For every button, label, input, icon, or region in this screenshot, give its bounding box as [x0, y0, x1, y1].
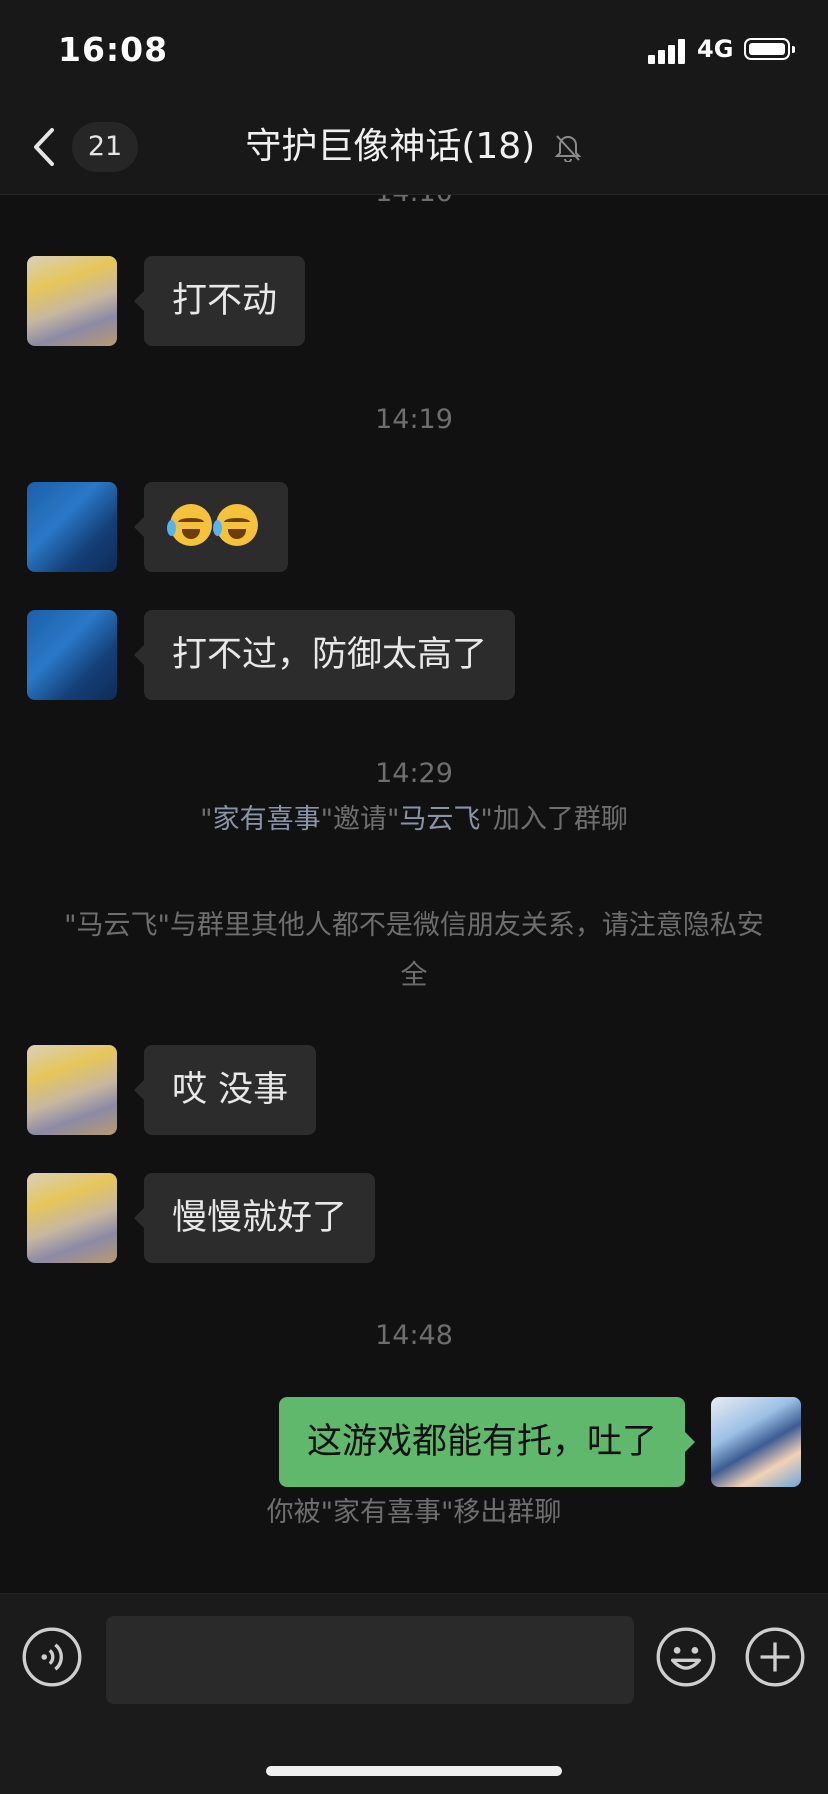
chat-title-text: 守护巨像神话(18): [245, 126, 536, 167]
laugh-cry-emoji-icon: [213, 504, 258, 546]
timestamp: 14:29: [375, 758, 453, 789]
avatar-self[interactable]: [711, 1397, 801, 1487]
timestamp: 14:19: [375, 404, 453, 435]
message-input[interactable]: [106, 1616, 634, 1704]
message-bubble[interactable]: 打不过，防御太高了: [133, 610, 516, 700]
status-time: 16:08: [58, 30, 169, 69]
plus-icon[interactable]: [745, 1627, 805, 1687]
system-invite-notice: "家有喜事"邀请"马云飞"加入了群聊: [200, 804, 628, 835]
message-bubble-emoji[interactable]: [134, 482, 288, 572]
home-indicator[interactable]: [266, 1766, 562, 1776]
avatar-cat[interactable]: [27, 256, 117, 346]
message-bubble[interactable]: 慢慢就好了: [133, 1173, 376, 1263]
message-bubble[interactable]: 哎 没事: [133, 1045, 317, 1135]
avatar-person[interactable]: [27, 610, 117, 700]
timestamp: 14:10: [0, 195, 828, 208]
mute-bell-icon: [554, 135, 582, 162]
message-bubble-outgoing[interactable]: 这游戏都能有托，吐了: [278, 1397, 696, 1487]
invitee-name[interactable]: 马云飞: [399, 804, 480, 835]
voice-icon[interactable]: [22, 1627, 82, 1687]
laugh-cry-emoji-icon: [167, 504, 212, 546]
timestamp: 14:48: [375, 1320, 453, 1351]
chat-title: 守护巨像神话(18): [0, 122, 828, 172]
chat-area[interactable]: 14:10 打不动 14:19 打不过，防御太高了 14:29 "家有喜事"邀请…: [0, 195, 828, 1593]
inviter-name[interactable]: 家有喜事: [213, 804, 321, 835]
emoji-smile-icon[interactable]: [656, 1627, 716, 1687]
system-removed-notice: 你被"家有喜事"移出群聊: [266, 1497, 562, 1528]
avatar-cat[interactable]: [27, 1045, 117, 1135]
message-bubble[interactable]: 打不动: [133, 256, 306, 346]
system-privacy-notice: "马云飞"与群里其他人都不是微信朋友关系，请注意隐私安全: [64, 910, 764, 991]
network-type: 4G: [697, 35, 734, 63]
input-bar: [0, 1593, 828, 1794]
avatar-cat[interactable]: [27, 1173, 117, 1263]
nav-bar: 21 守护巨像神话(18): [0, 100, 828, 195]
signal-icon: [648, 38, 688, 64]
battery-icon: [744, 38, 795, 60]
avatar-person[interactable]: [27, 482, 117, 572]
status-bar: 16:08 4G: [0, 0, 828, 100]
